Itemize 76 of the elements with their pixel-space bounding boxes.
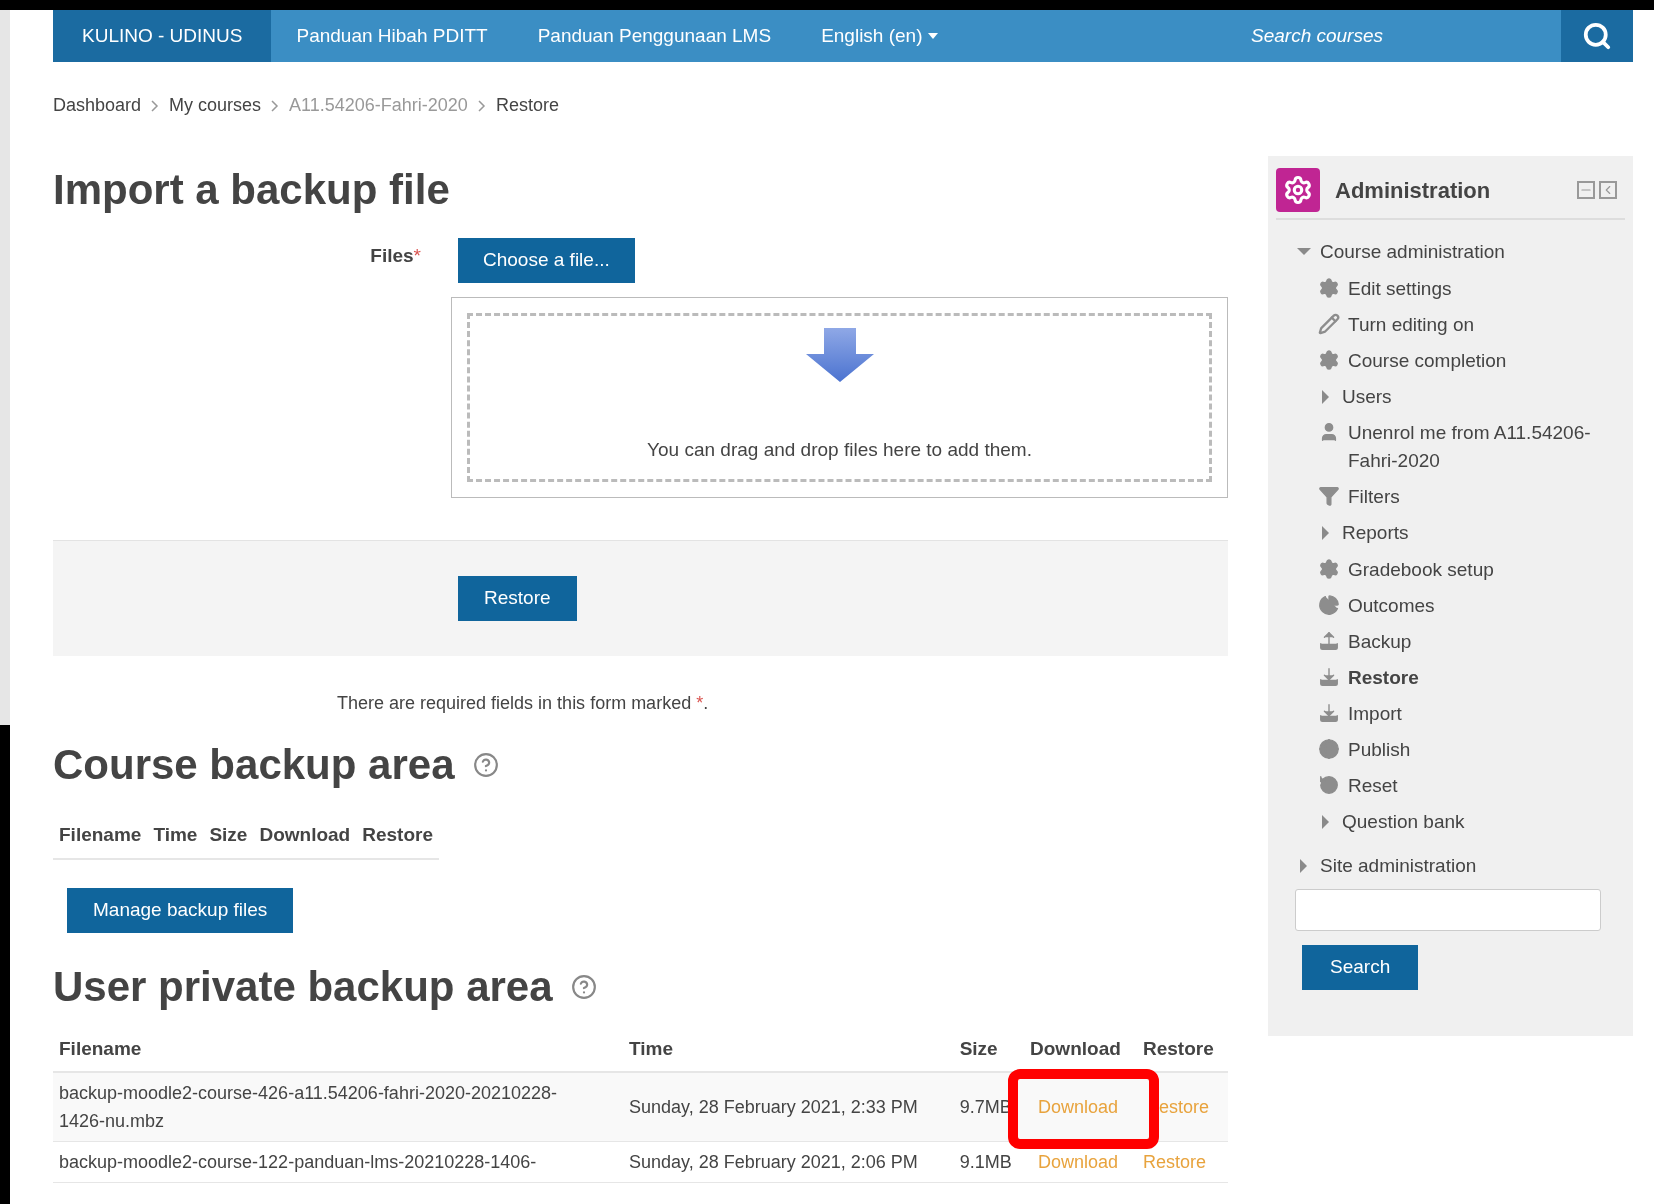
nav-link[interactable]: Panduan Hibah PDITT xyxy=(271,10,513,62)
sidebar-link[interactable]: Publish xyxy=(1348,735,1411,764)
sidebar-link[interactable]: Edit settings xyxy=(1348,274,1452,303)
tree-branch-label[interactable]: Site administration xyxy=(1320,852,1477,881)
choose-file-button[interactable]: Choose a file... xyxy=(458,238,635,283)
breadcrumb-chevron-icon xyxy=(271,99,280,112)
language-menu[interactable]: English (en) xyxy=(796,10,964,62)
sidebar-link[interactable]: Gradebook setup xyxy=(1348,555,1494,584)
item-icon xyxy=(1318,348,1340,371)
sidebar-link[interactable]: Filters xyxy=(1348,483,1400,511)
sidebar-link[interactable]: Reset xyxy=(1348,771,1398,800)
breadcrumb-chevron-icon xyxy=(477,99,486,112)
search-button[interactable] xyxy=(1561,10,1633,62)
block-title: Administration xyxy=(1335,176,1491,205)
column-header: Filename xyxy=(53,1026,623,1072)
administration-logo-icon xyxy=(1276,168,1320,212)
filename-cell: backup-moodle2-course-122-panduan-lms-20210228-1406- xyxy=(53,1141,623,1183)
column-header: Download xyxy=(1029,1036,1122,1061)
caret-icon xyxy=(926,32,939,40)
sidebar-link[interactable]: Restore xyxy=(1348,663,1419,692)
help-icon[interactable] xyxy=(570,973,597,1000)
column-header: Size xyxy=(953,1026,1025,1072)
item-icon xyxy=(1318,629,1340,652)
tree-branch-label[interactable]: Course administration xyxy=(1320,238,1505,267)
column-header: Size xyxy=(203,813,254,859)
item-icon xyxy=(1318,737,1340,760)
sidebar-link[interactable]: Turn editing on xyxy=(1348,310,1475,339)
dock-icon[interactable] xyxy=(1599,181,1617,199)
dropzone[interactable]: You can drag and drop files here to add them. xyxy=(467,313,1212,482)
item-icon xyxy=(1318,485,1340,507)
admin-search-button[interactable]: Search xyxy=(1302,944,1419,990)
sidebar-link[interactable]: Outcomes xyxy=(1348,591,1435,620)
sidebar-link[interactable]: Import xyxy=(1348,699,1402,728)
restore-button[interactable]: Restore xyxy=(458,576,577,621)
column-header: Filename xyxy=(53,813,148,859)
item-icon xyxy=(1318,773,1340,796)
search-icon xyxy=(1582,21,1612,51)
size-cell: 9.1MB xyxy=(953,1141,1025,1183)
item-icon xyxy=(1318,665,1340,688)
sidebar-link[interactable]: Course completion xyxy=(1348,346,1507,375)
search-field[interactable]: Search courses xyxy=(1251,10,1531,62)
item-icon xyxy=(1318,276,1340,299)
breadcrumb-link[interactable]: My courses xyxy=(169,92,262,119)
tree-branch-label[interactable]: Reports xyxy=(1342,519,1409,548)
time-cell: Sunday, 28 February 2021, 2:33 PM xyxy=(623,1072,954,1142)
required-mark: * xyxy=(413,244,421,268)
item-icon xyxy=(1318,312,1340,335)
column-header: Time xyxy=(147,813,204,859)
tree-branch-label[interactable]: Users xyxy=(1342,382,1392,411)
sidebar-link[interactable]: Backup xyxy=(1348,627,1412,656)
admin-search-field[interactable] xyxy=(1295,888,1601,931)
field-label: Files xyxy=(370,244,414,268)
manage-backup-files-button[interactable]: Manage backup files xyxy=(67,887,294,933)
item-icon xyxy=(1318,593,1340,616)
column-header: Time xyxy=(623,1026,954,1072)
required-fields-note: There are required fields in this form marked *. xyxy=(336,692,710,715)
filename-cell: backup-moodle2-course-426-a11.54206-fahri-2020-20210228-1426-nu.mbz xyxy=(53,1072,623,1142)
dropzone-hint: You can drag and drop files here to add them. xyxy=(647,438,1032,462)
help-icon[interactable] xyxy=(472,752,499,778)
item-icon xyxy=(1318,557,1340,580)
column-header: Download xyxy=(253,813,357,859)
time-cell: Sunday, 28 February 2021, 2:06 PM xyxy=(623,1141,954,1183)
column-header: Restore xyxy=(356,813,439,859)
tree-branch-label[interactable]: Question bank xyxy=(1342,807,1465,836)
minimize-icon[interactable] xyxy=(1577,181,1595,199)
breadcrumb-link[interactable]: Dashboard xyxy=(53,92,142,119)
breadcrumb-chevron-icon xyxy=(151,99,160,112)
breadcrumb-link[interactable]: Restore xyxy=(495,92,559,119)
section-heading: Course backup area xyxy=(53,741,455,789)
sidebar-link[interactable]: Unenrol me from A11.54206-Fahri-2020 xyxy=(1348,419,1625,475)
site-brand-link[interactable]: KULINO - UDINUS xyxy=(53,10,272,62)
nav-link[interactable]: Panduan Penggunaan LMS xyxy=(512,10,797,62)
section-heading: User private backup area xyxy=(53,962,553,1011)
column-header: Restore xyxy=(1137,1026,1228,1072)
page-heading: Import a backup file xyxy=(53,166,451,214)
item-icon xyxy=(1318,701,1340,724)
